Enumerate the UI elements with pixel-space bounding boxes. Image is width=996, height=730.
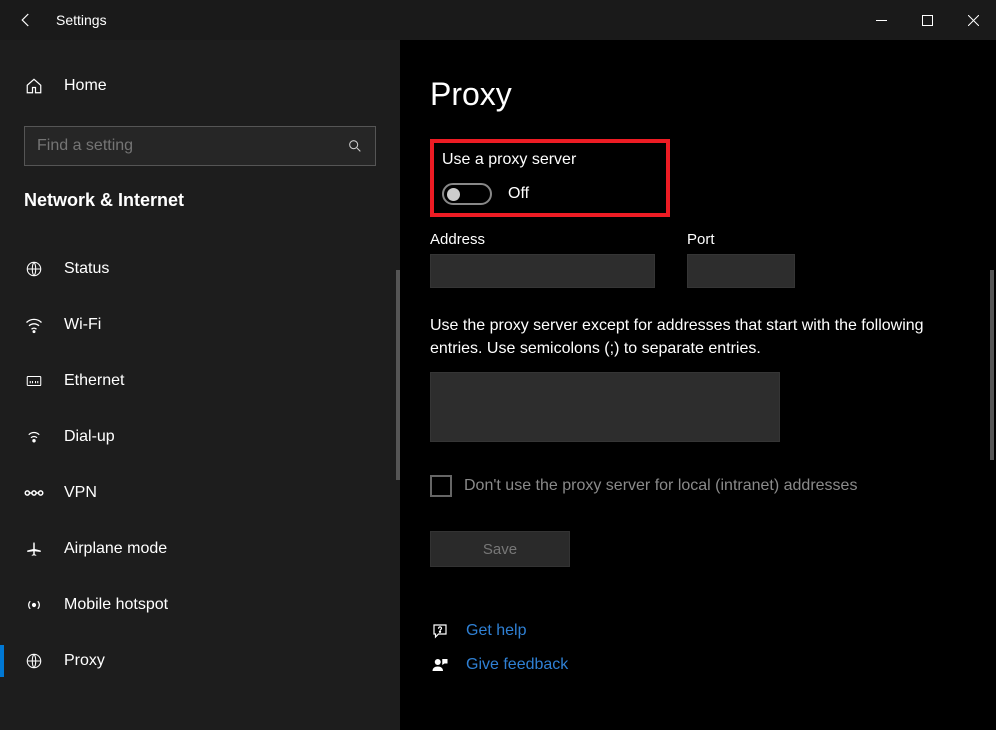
toggle-knob [447,188,460,201]
minimize-button[interactable] [858,4,904,36]
sidebar-item-label: Dial-up [64,428,115,446]
address-label: Address [430,231,655,248]
main-scrollbar[interactable] [990,270,994,460]
section-title: Network & Internet [0,190,400,211]
airplane-icon [24,539,44,559]
port-label: Port [687,231,795,248]
page-title: Proxy [430,76,996,113]
port-field: Port [687,231,795,288]
home-link[interactable]: Home [0,64,400,108]
address-field: Address [430,231,655,288]
maximize-icon [922,15,933,26]
local-addresses-checkbox[interactable] [430,475,452,497]
toggle-row: Off [442,183,576,205]
globe-icon [24,259,44,279]
sidebar-item-label: Wi-Fi [64,316,101,334]
ethernet-icon [24,371,44,391]
sidebar-item-label: Proxy [64,652,105,670]
highlight-box: Use a proxy server Off [430,139,670,217]
home-label: Home [64,77,107,95]
arrow-left-icon [17,11,35,29]
search-icon [347,138,363,154]
feedback-row: Give feedback [430,655,996,675]
use-proxy-label: Use a proxy server [442,151,576,169]
save-button[interactable]: Save [430,531,570,567]
dialup-icon [24,427,44,447]
minimize-icon [876,15,887,26]
proxy-icon [24,651,44,671]
search-box[interactable] [24,126,376,166]
close-icon [968,15,979,26]
address-input[interactable] [430,254,655,288]
sidebar-item-airplane[interactable]: Airplane mode [0,521,400,577]
sidebar-item-vpn[interactable]: VPN [0,465,400,521]
nav-list: Status Wi-Fi Ethernet Dial-up [0,241,400,689]
sidebar-item-wifi[interactable]: Wi-Fi [0,297,400,353]
sidebar-item-status[interactable]: Status [0,241,400,297]
window-controls [858,4,996,36]
toggle-status: Off [508,185,529,203]
give-feedback-link[interactable]: Give feedback [466,656,568,674]
sidebar-item-label: Airplane mode [64,540,167,558]
use-proxy-toggle[interactable] [442,183,492,205]
help-icon [430,621,450,641]
maximize-button[interactable] [904,4,950,36]
feedback-icon [430,655,450,675]
exceptions-description: Use the proxy server except for addresse… [430,314,950,360]
home-icon [24,76,44,96]
sidebar-item-label: Ethernet [64,372,124,390]
wifi-icon [24,315,44,335]
sidebar-item-dialup[interactable]: Dial-up [0,409,400,465]
sidebar: Home Network & Internet Status Wi-Fi [0,40,400,730]
sidebar-item-hotspot[interactable]: Mobile hotspot [0,577,400,633]
close-button[interactable] [950,4,996,36]
sidebar-item-ethernet[interactable]: Ethernet [0,353,400,409]
vpn-icon [24,483,44,503]
sidebar-item-label: Mobile hotspot [64,596,168,614]
local-addresses-label: Don't use the proxy server for local (in… [464,477,857,495]
back-button[interactable] [12,6,40,34]
address-port-row: Address Port [430,231,996,288]
body: Home Network & Internet Status Wi-Fi [0,40,996,730]
port-input[interactable] [687,254,795,288]
sidebar-item-label: Status [64,260,109,278]
window-title: Settings [56,12,107,28]
hotspot-icon [24,595,44,615]
get-help-link[interactable]: Get help [466,622,526,640]
search-input[interactable] [37,137,347,155]
sidebar-item-label: VPN [64,484,97,502]
titlebar-left: Settings [0,6,858,34]
exceptions-input[interactable] [430,372,780,442]
main-content: Proxy Use a proxy server Off Address Por… [400,40,996,730]
titlebar: Settings [0,0,996,40]
sidebar-item-proxy[interactable]: Proxy [0,633,400,689]
get-help-row: Get help [430,621,996,641]
local-addresses-row: Don't use the proxy server for local (in… [430,475,996,497]
